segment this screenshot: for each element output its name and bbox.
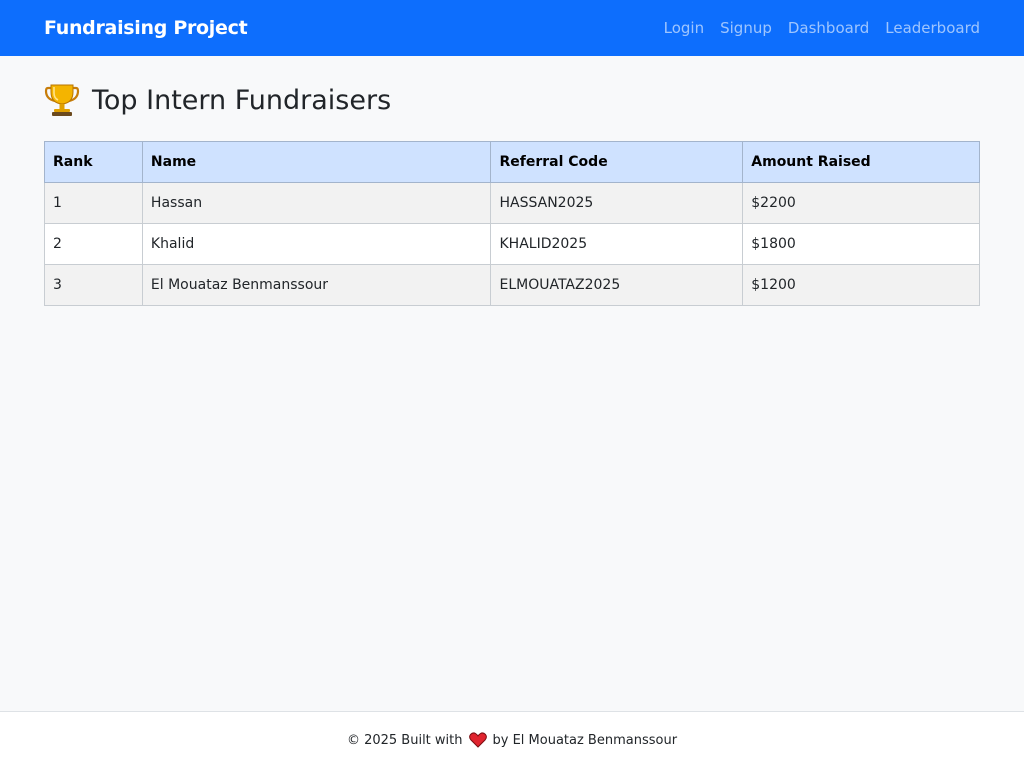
trophy-icon [44,84,80,116]
nav-links: Login Signup Dashboard Leaderboard [656,11,988,45]
column-header-rank: Rank [44,141,143,183]
page-title-text: Top Intern Fundraisers [92,84,392,116]
footer-prefix: © 2025 Built with [346,732,463,748]
nav-link-dashboard[interactable]: Dashboard [780,11,877,45]
cell-referral-code: ELMOUATAZ2025 [490,264,744,306]
nav-link-signup[interactable]: Signup [712,11,780,45]
heart-icon [468,732,487,748]
table-header-row: Rank Name Referral Code Amount Raised [44,141,980,183]
table-row: 1 Hassan HASSAN2025 $2200 [44,182,980,224]
column-header-referral-code: Referral Code [490,141,744,183]
table-row: 2 Khalid KHALID2025 $1800 [44,223,980,265]
main-content: Top Intern Fundraisers Rank Name Referra… [44,56,980,306]
cell-referral-code: KHALID2025 [490,223,744,265]
footer-suffix: by El Mouataz Benmanssour [492,732,678,748]
cell-name: El Mouataz Benmanssour [141,264,492,306]
column-header-amount-raised: Amount Raised [742,141,980,183]
cell-amount-raised: $1800 [742,223,980,265]
brand-link[interactable]: Fundraising Project [44,17,248,39]
leaderboard-table: Rank Name Referral Code Amount Raised 1 … [44,141,980,306]
table-row: 3 El Mouataz Benmanssour ELMOUATAZ2025 $… [44,264,980,306]
nav-link-login[interactable]: Login [656,11,712,45]
page: Fundraising Project Login Signup Dashboa… [0,0,1024,768]
page-title: Top Intern Fundraisers [44,80,980,120]
cell-rank: 3 [44,264,143,306]
column-header-name: Name [141,141,492,183]
cell-amount-raised: $1200 [742,264,980,306]
cell-name: Khalid [141,223,492,265]
footer: © 2025 Built with by El Mouataz Benmanss… [0,711,1024,768]
cell-rank: 1 [44,182,143,224]
cell-rank: 2 [44,223,143,265]
cell-amount-raised: $2200 [742,182,980,224]
nav-link-leaderboard[interactable]: Leaderboard [877,11,988,45]
cell-referral-code: HASSAN2025 [490,182,744,224]
cell-name: Hassan [141,182,492,224]
navbar: Fundraising Project Login Signup Dashboa… [0,0,1024,56]
